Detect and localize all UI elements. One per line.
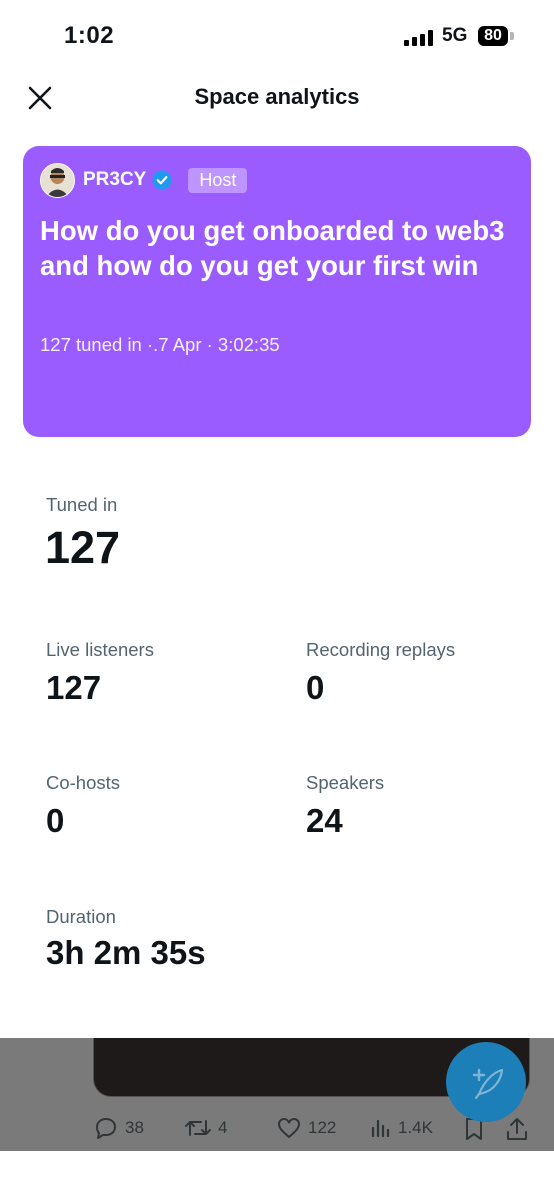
tuned-in-value: 127 bbox=[45, 522, 121, 573]
avatar[interactable] bbox=[40, 162, 75, 198]
speakers-label: Speakers bbox=[306, 772, 385, 793]
status-time: 1:02 bbox=[64, 22, 115, 49]
space-meta: 127 tuned in ·.7 Apr · 3:02:35 bbox=[40, 334, 280, 355]
verified-badge-icon bbox=[152, 170, 172, 190]
retweet-count: 4 bbox=[218, 1118, 228, 1137]
compose-feather-icon bbox=[472, 1068, 504, 1100]
signal-icon bbox=[404, 30, 434, 46]
status-bar: 1:02 5G 80 bbox=[0, 0, 554, 72]
like-count: 122 bbox=[308, 1118, 337, 1137]
space-card[interactable]: PR3CY Host How do you get onboarded to w… bbox=[23, 146, 531, 437]
compose-button[interactable] bbox=[446, 1042, 526, 1122]
retweet-button[interactable]: 4 bbox=[184, 1116, 227, 1140]
like-button[interactable]: 122 bbox=[276, 1116, 336, 1140]
reply-count: 38 bbox=[125, 1118, 144, 1137]
recording-replays-value: 0 bbox=[306, 669, 325, 706]
battery-icon: 80 bbox=[478, 26, 508, 46]
reply-icon bbox=[96, 1118, 116, 1139]
speakers-value: 24 bbox=[306, 802, 343, 839]
co-hosts-label: Co-hosts bbox=[46, 772, 121, 793]
page-title: Space analytics bbox=[194, 84, 360, 109]
battery-tip bbox=[510, 32, 514, 40]
duration-label: Duration bbox=[46, 906, 116, 927]
reply-button[interactable]: 38 bbox=[93, 1116, 144, 1140]
host-row: PR3CY Host bbox=[40, 162, 248, 198]
retweet-icon bbox=[185, 1120, 211, 1136]
tuned-in-label: Tuned in bbox=[46, 494, 118, 515]
recording-replays-label: Recording replays bbox=[306, 639, 456, 660]
home-indicator-area bbox=[0, 1151, 554, 1199]
network-type: 5G bbox=[442, 25, 468, 46]
heart-icon bbox=[278, 1118, 300, 1138]
views-button[interactable]: 1.4K bbox=[370, 1116, 433, 1140]
live-listeners-label: Live listeners bbox=[46, 639, 154, 660]
host-name[interactable]: PR3CY bbox=[83, 169, 146, 191]
views-chart-icon bbox=[371, 1119, 390, 1138]
duration-value: 3h 2m 35s bbox=[46, 934, 206, 971]
co-hosts-value: 0 bbox=[46, 802, 65, 839]
host-badge: Host bbox=[188, 167, 248, 193]
live-listeners-value: 127 bbox=[46, 669, 102, 706]
space-title: How do you get onboarded to web3 and how… bbox=[40, 215, 505, 281]
views-count: 1.4K bbox=[398, 1118, 433, 1137]
